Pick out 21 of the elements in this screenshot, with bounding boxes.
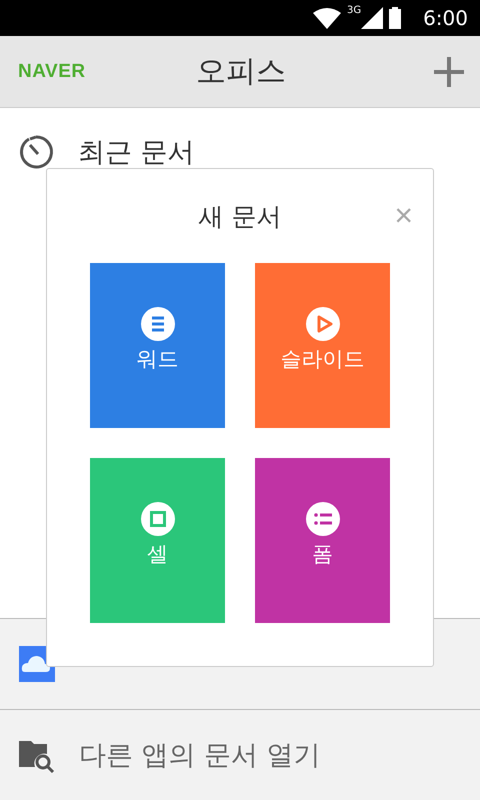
close-button[interactable]: × xyxy=(394,197,413,233)
lines-icon xyxy=(140,306,174,340)
recent-documents-label[interactable]: 최근 문서 xyxy=(78,134,195,170)
clock: 6:00 xyxy=(423,6,468,30)
wifi-icon xyxy=(312,7,341,29)
app-title: 오피스 xyxy=(196,53,286,91)
menu-item[interactable]: 다른 앱의 문서 열기 xyxy=(0,710,480,800)
battery-icon xyxy=(389,7,402,29)
list-icon xyxy=(306,502,340,536)
play-icon xyxy=(306,306,340,340)
network-label: 3G xyxy=(346,5,362,16)
dialog-title: 새 문서 xyxy=(198,200,282,232)
document-type-tile[interactable]: 셀 xyxy=(90,458,225,623)
document-type-tile[interactable]: 폼 xyxy=(255,458,390,623)
menu-item-label: 다른 앱의 문서 열기 xyxy=(79,739,321,773)
plus-icon xyxy=(434,56,464,86)
logo: NAVER xyxy=(18,60,87,82)
document-type-tile[interactable]: 워드 xyxy=(90,263,225,428)
document-type-tile[interactable]: 슬라이드 xyxy=(255,263,390,428)
signal-icon xyxy=(361,7,384,29)
clock-icon xyxy=(18,134,54,170)
